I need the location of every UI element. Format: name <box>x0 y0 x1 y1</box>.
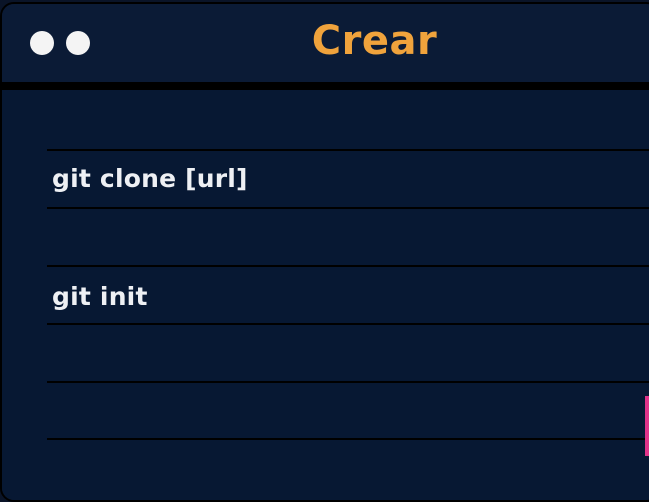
divider-line <box>47 381 649 383</box>
command-item-git-init: git init <box>52 282 148 311</box>
command-item-git-clone: git clone [url] <box>52 164 248 193</box>
title-bar: Crear <box>2 4 649 90</box>
divider-line <box>47 323 649 325</box>
divider-line <box>47 207 649 209</box>
window: Crear git clone [url] git init <box>0 2 649 502</box>
divider-line <box>47 265 649 267</box>
command-list: git clone [url] git init <box>2 90 649 500</box>
window-title: Crear <box>311 18 438 64</box>
divider-line <box>47 149 649 151</box>
divider-line <box>47 438 649 440</box>
edge-accent <box>645 396 649 456</box>
